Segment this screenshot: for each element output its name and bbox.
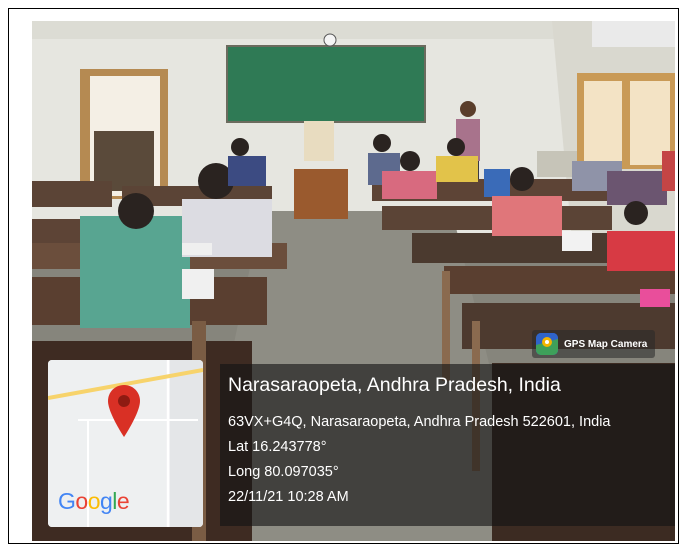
location-title: Narasaraopeta, Andhra Pradesh, India [228,374,561,396]
address-line: 63VX+G4Q, Narasaraopeta, Andhra Pradesh … [228,414,611,430]
longitude-line: Long 80.097035° [228,464,339,480]
google-logo: Google [58,488,130,515]
google-letter: g [99,488,113,514]
gps-camera-label: GPS Map Camera [564,338,648,350]
latitude-line: Lat 16.243778° [228,439,327,455]
datetime-line: 22/11/21 10:28 AM [228,489,349,505]
map-marker-icon [108,385,140,437]
gps-camera-badge: GPS Map Camera [532,330,656,358]
google-letter: e [116,488,130,514]
google-letter: G [58,488,76,514]
google-letter: o [87,488,101,514]
map-pin-camera-icon [536,333,558,355]
google-letter: o [75,488,88,514]
map-thumbnail: Google [48,360,203,527]
